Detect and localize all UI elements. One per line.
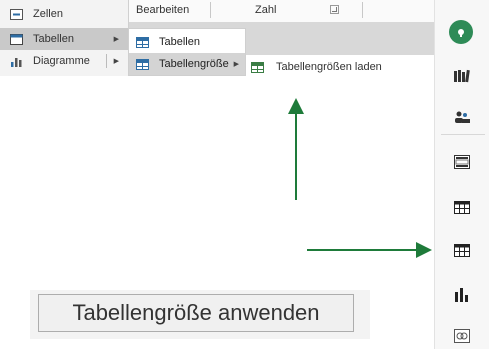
frame-icon[interactable]: [453, 154, 471, 170]
table-icon[interactable]: [453, 199, 471, 215]
arrow-right-annotation: [307, 242, 432, 258]
apply-table-size-button[interactable]: Tabellengröße anwenden: [38, 294, 354, 332]
table-icon[interactable]: [453, 242, 471, 258]
apply-button-area: Tabellengröße anwenden: [30, 290, 370, 339]
people-icon[interactable]: [453, 109, 471, 125]
right-sidebar: [434, 0, 489, 349]
bar-chart-icon[interactable]: [453, 287, 471, 303]
add-green-icon[interactable]: [449, 20, 473, 44]
link-icon[interactable]: [453, 328, 471, 344]
arrow-up-annotation: [288, 98, 304, 200]
books-icon[interactable]: [453, 68, 471, 84]
sidebar-divider: [441, 134, 485, 135]
